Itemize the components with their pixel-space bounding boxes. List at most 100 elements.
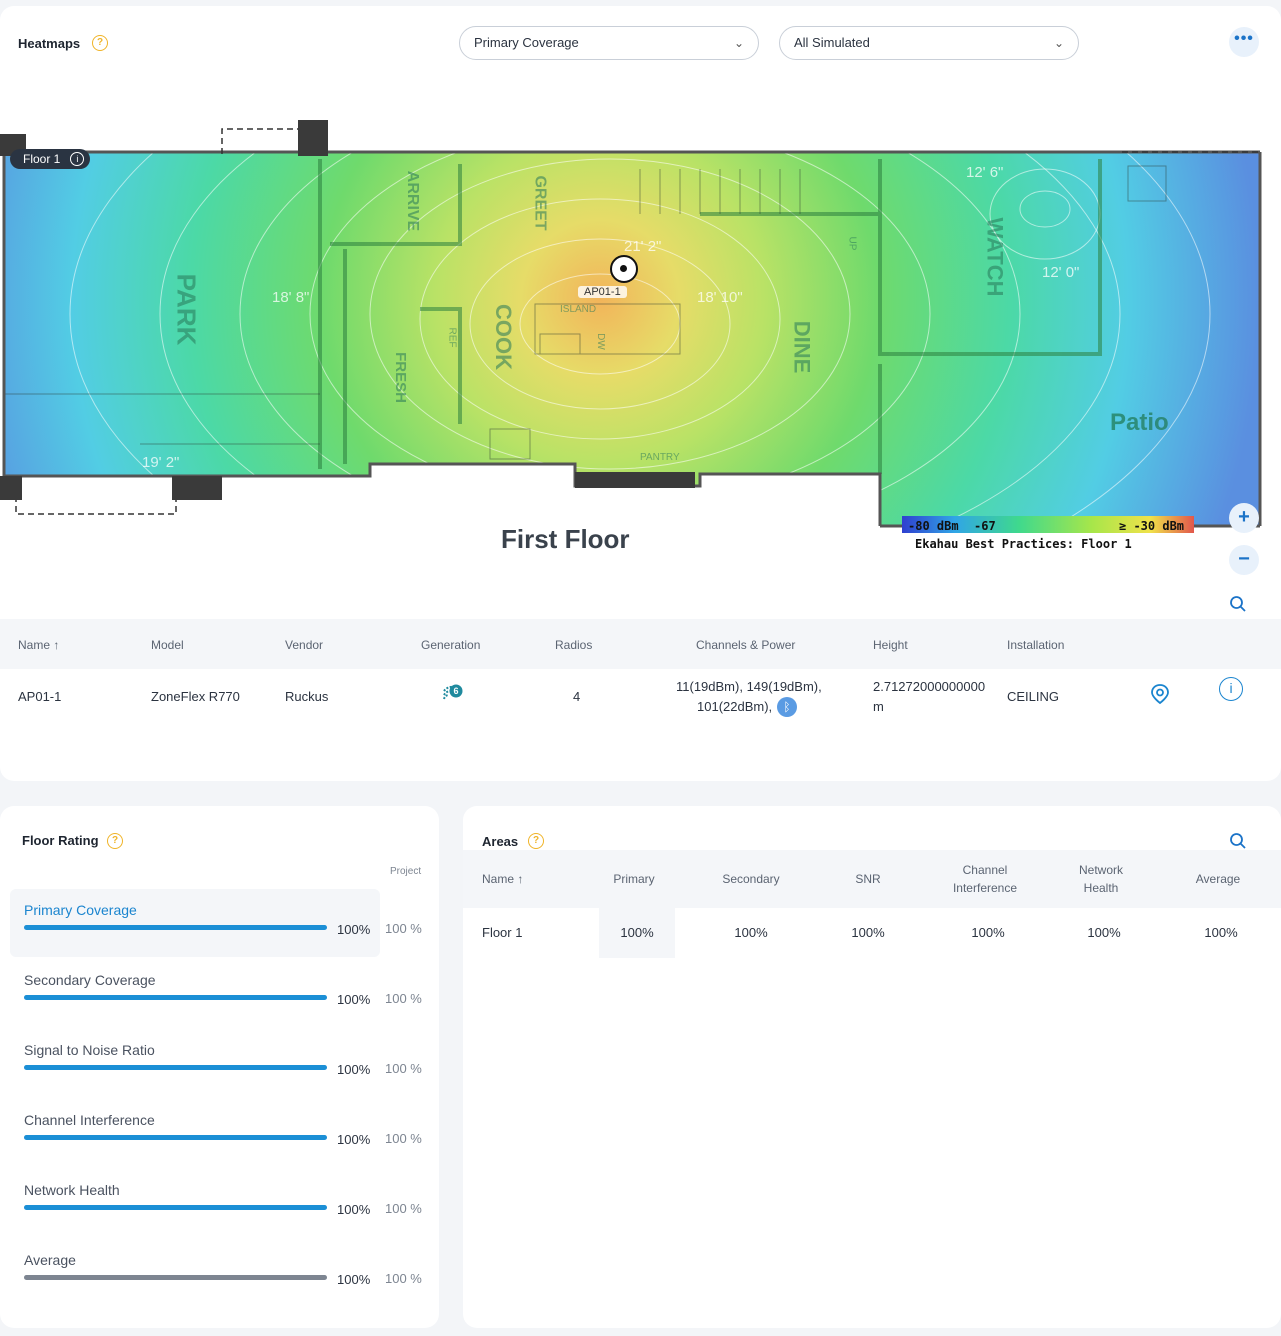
rating-value: 100%: [337, 1132, 371, 1147]
column-generation[interactable]: Generation: [421, 638, 480, 652]
legend-caption: Ekahau Best Practices: Floor 1: [915, 537, 1132, 551]
column-network-line1[interactable]: Network: [1061, 861, 1141, 879]
ap-name: AP01-1: [18, 689, 62, 704]
area-primary: 100%: [599, 908, 675, 958]
rating-average[interactable]: Average 100%: [10, 1239, 380, 1307]
room-label-ref: REF: [446, 327, 458, 348]
floor-badge-label: Floor 1: [23, 152, 61, 166]
rating-label: Signal to Noise Ratio: [24, 1042, 155, 1058]
question-icon[interactable]: ?: [107, 833, 123, 849]
room-label-fresh: FRESH: [391, 352, 409, 403]
floor-plan-map[interactable]: Floor 1 i PARK ARRIVE GREET COOK FRESH D…: [0, 114, 1281, 594]
column-vendor[interactable]: Vendor: [285, 638, 323, 652]
area-secondary: 100%: [734, 925, 768, 940]
info-icon[interactable]: i: [70, 152, 85, 166]
room-label-park: PARK: [171, 273, 202, 346]
room-label-island: ISLAND: [560, 304, 597, 315]
room-label-watch: WATCH: [982, 217, 1008, 297]
column-snr[interactable]: SNR: [838, 870, 898, 888]
scope-select[interactable]: All Simulated ⌄: [779, 26, 1079, 60]
area-snr: 100%: [851, 925, 885, 940]
access-point-label[interactable]: AP01-1: [578, 286, 627, 298]
rating-network-health[interactable]: Network Health 100%: [10, 1169, 380, 1237]
rating-primary-coverage[interactable]: Primary Coverage 100%: [10, 889, 380, 957]
room-label-greet: GREET: [531, 175, 549, 231]
room-label-up: UP: [846, 236, 858, 251]
ap-dot-icon: [620, 265, 627, 272]
column-secondary[interactable]: Secondary: [711, 870, 791, 888]
column-model[interactable]: Model: [151, 638, 184, 652]
table-row[interactable]: Floor 1 100% 100% 100% 100% 100% 100%: [463, 908, 1281, 958]
rating-label: Channel Interference: [24, 1112, 155, 1128]
table-row[interactable]: AP01-1 ZoneFlex R770 Ruckus 6 4 11(19dBm…: [0, 669, 1281, 729]
legend-mid-label: -67: [974, 519, 996, 533]
rating-secondary-coverage[interactable]: Secondary Coverage 100%: [10, 959, 380, 1027]
column-average[interactable]: Average: [1183, 870, 1253, 888]
column-name[interactable]: Name ↑: [18, 638, 59, 652]
project-value: 100 %: [385, 1271, 422, 1286]
search-icon[interactable]: [1229, 595, 1247, 613]
ap-vendor: Ruckus: [285, 689, 329, 704]
column-height[interactable]: Height: [873, 638, 908, 652]
column-channel-line1[interactable]: Channel: [935, 861, 1035, 879]
project-value: 100 %: [385, 1131, 422, 1146]
room-label-cook: COOK: [491, 304, 516, 370]
column-radios[interactable]: Radios: [555, 638, 592, 652]
rating-label: Network Health: [24, 1182, 120, 1198]
rating-bar: [24, 995, 327, 1000]
info-icon[interactable]: i: [1219, 677, 1243, 701]
rating-snr[interactable]: Signal to Noise Ratio 100%: [10, 1029, 380, 1097]
ap-table-header: Name ↑ Model Vendor Generation Radios Ch…: [0, 619, 1281, 669]
question-icon[interactable]: ?: [528, 833, 544, 849]
search-icon[interactable]: [1229, 832, 1247, 850]
locate-pin-icon[interactable]: [1150, 683, 1170, 708]
heatmaps-title: Heatmaps: [18, 36, 81, 51]
floor-badge[interactable]: Floor 1 i: [10, 149, 91, 169]
project-column-label: Project: [390, 866, 422, 877]
rating-label: Secondary Coverage: [24, 972, 156, 988]
ap-height-line1: 2.71272000000000: [873, 679, 986, 694]
room-label-dine: DINE: [789, 320, 815, 374]
column-name[interactable]: Name ↑: [482, 870, 523, 888]
ap-height-line2: m: [873, 699, 884, 714]
column-installation[interactable]: Installation: [1007, 638, 1064, 652]
more-dots-icon[interactable]: •••: [1229, 27, 1259, 57]
ap-channels-line1: 11(19dBm), 149(19dBm),: [676, 679, 822, 694]
rating-bar: [24, 925, 327, 930]
scope-select-value: All Simulated: [794, 35, 870, 50]
legend-min-label: -80 dBm: [908, 519, 959, 533]
ap-model: ZoneFlex R770: [151, 689, 240, 704]
rating-bar: [24, 1065, 327, 1070]
rating-value: 100%: [337, 1272, 371, 1287]
visualization-select[interactable]: Primary Coverage ⌄: [459, 26, 759, 60]
rating-value: 100%: [337, 1062, 371, 1077]
project-value: 100 %: [385, 991, 422, 1006]
column-network-line2[interactable]: Health: [1061, 879, 1141, 897]
area-name: Floor 1: [482, 925, 523, 940]
rating-value: 100%: [337, 992, 371, 1007]
rating-bar: [24, 1275, 327, 1280]
dimension-label: 21' 2": [624, 238, 662, 255]
svg-text:6: 6: [453, 686, 458, 696]
question-icon[interactable]: ?: [92, 35, 108, 51]
floor-rating-panel: Floor Rating ? Project Primary Coverage …: [0, 806, 439, 1328]
zoom-in-button[interactable]: +: [1229, 503, 1259, 533]
heatmaps-panel: Heatmaps ? Primary Coverage ⌄ All Simula…: [0, 6, 1281, 781]
column-channels[interactable]: Channels & Power: [696, 638, 795, 652]
column-channel-line2[interactable]: Interference: [935, 879, 1035, 897]
room-label-pantry: PANTRY: [640, 452, 680, 463]
access-point-marker[interactable]: [610, 255, 638, 283]
rating-channel-interference[interactable]: Channel Interference 100%: [10, 1099, 380, 1167]
rating-value: 100%: [337, 922, 371, 937]
areas-panel: Areas ? Name ↑ Primary Secondary SNR Cha…: [463, 806, 1281, 1328]
chevron-down-icon: ⌄: [733, 36, 744, 50]
heatmap-canvas: [0, 114, 1262, 594]
area-average: 100%: [1204, 925, 1238, 940]
areas-title: Areas: [482, 834, 519, 849]
zoom-out-button[interactable]: −: [1229, 545, 1259, 575]
chevron-down-icon: ⌄: [1053, 36, 1064, 50]
floor-rating-title: Floor Rating: [22, 833, 99, 848]
bluetooth-icon: ᛒ: [777, 697, 797, 717]
column-primary[interactable]: Primary: [599, 870, 669, 888]
legend-max-label: ≥ -30 dBm: [1119, 519, 1185, 533]
